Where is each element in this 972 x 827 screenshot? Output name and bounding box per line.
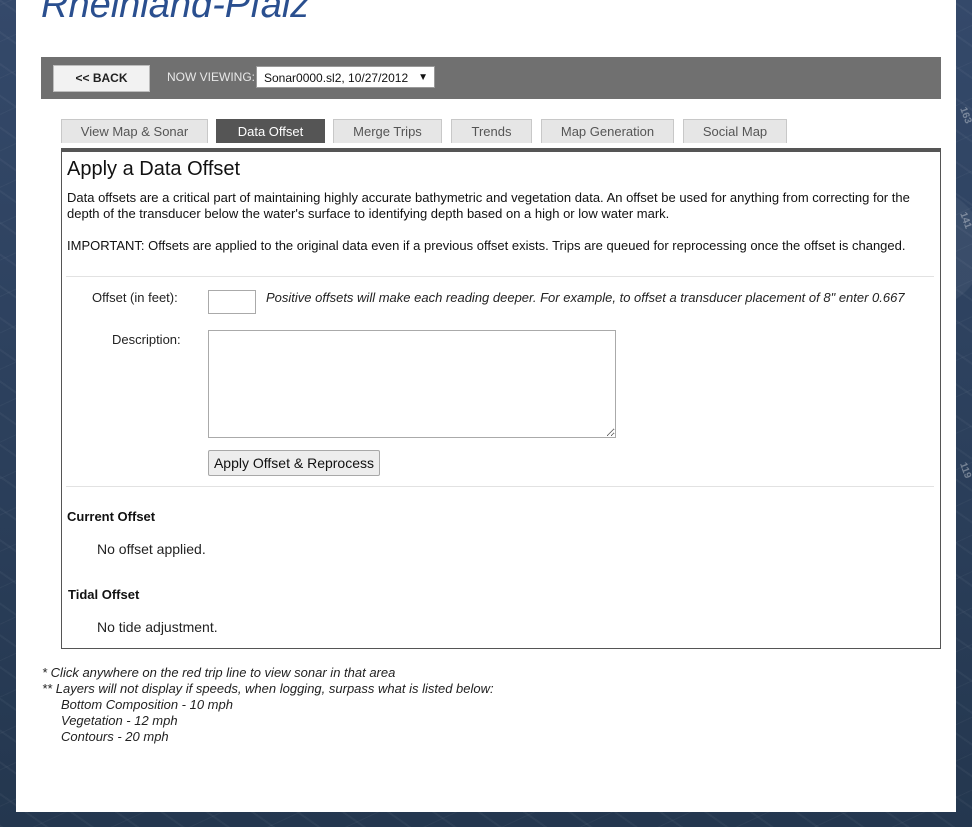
trip-select[interactable]: Sonar0000.sl2, 10/27/2012 ▼	[256, 66, 435, 88]
current-offset-heading: Current Offset	[67, 509, 156, 524]
tab-data-offset[interactable]: Data Offset	[216, 119, 325, 143]
back-button[interactable]: << BACK	[53, 65, 150, 92]
footnote-speed-limits: ** Layers will not display if speeds, wh…	[42, 681, 494, 696]
tab-map-generation[interactable]: Map Generation	[541, 119, 674, 143]
offset-label: Offset (in feet):	[92, 290, 178, 305]
divider	[66, 486, 934, 487]
tidal-offset-heading: Tidal Offset	[68, 587, 140, 602]
intro-text: Data offsets are a critical part of main…	[67, 190, 910, 221]
important-text: IMPORTANT: Offsets are applied to the or…	[67, 238, 906, 253]
site-title: Rheinland-Pfalz	[41, 0, 310, 26]
tab-social-map[interactable]: Social Map	[683, 119, 787, 143]
content-page: Rheinland-Pfalz << BACK NOW VIEWING: Son…	[16, 0, 956, 812]
footnote-trip-line: * Click anywhere on the red trip line to…	[42, 665, 396, 680]
panel-title: Apply a Data Offset	[67, 158, 241, 180]
footnotes: * Click anywhere on the red trip line to…	[42, 665, 494, 745]
now-viewing-label: NOW VIEWING:	[167, 70, 255, 84]
apply-offset-button[interactable]: Apply Offset & Reprocess	[208, 450, 380, 476]
data-offset-panel: Apply a Data Offset Data offsets are a c…	[61, 148, 941, 649]
current-offset-value: No offset applied.	[97, 541, 206, 557]
tab-trends[interactable]: Trends	[451, 119, 532, 143]
dropdown-arrow-icon: ▼	[418, 72, 428, 83]
offset-input[interactable]	[208, 290, 256, 314]
divider	[66, 276, 934, 277]
speed-item-vegetation: Vegetation - 12 mph	[61, 713, 178, 728]
tidal-offset-value: No tide adjustment.	[97, 619, 218, 635]
description-label: Description:	[112, 332, 181, 347]
description-textarea[interactable]	[208, 330, 616, 438]
trip-toolbar: << BACK NOW VIEWING: Sonar0000.sl2, 10/2…	[41, 57, 941, 99]
trip-select-value: Sonar0000.sl2, 10/27/2012	[264, 71, 409, 85]
tab-merge-trips[interactable]: Merge Trips	[333, 119, 442, 143]
offset-hint: Positive offsets will make each reading …	[266, 290, 905, 305]
speed-item-contours: Contours - 20 mph	[61, 729, 169, 744]
speed-item-bottom: Bottom Composition - 10 mph	[61, 697, 233, 712]
tab-view-map-sonar[interactable]: View Map & Sonar	[61, 119, 208, 143]
